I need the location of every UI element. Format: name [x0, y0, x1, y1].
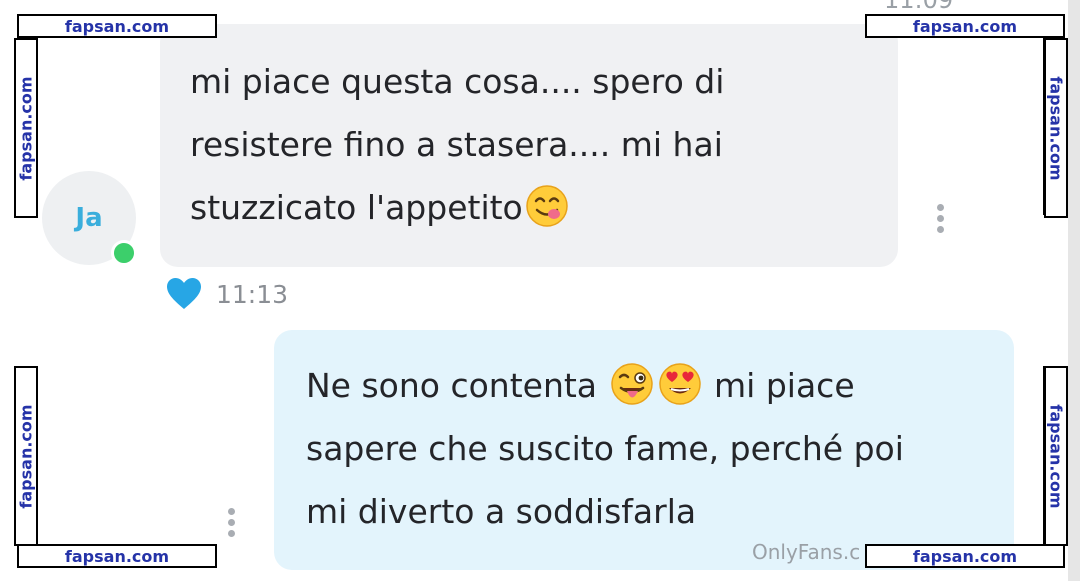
incoming-message-bubble[interactable]: mi piace questa cosa.... spero di resist…	[160, 24, 898, 267]
site-watermark-text: fapsan.com	[16, 403, 36, 509]
site-watermark-left-lower: fapsan.com	[14, 366, 38, 546]
heart-like-icon[interactable]	[166, 277, 202, 311]
outgoing-message-bubble[interactable]: Ne sono contenta mi piace sapere che sus…	[274, 330, 1014, 570]
incoming-message-menu-icon[interactable]	[935, 204, 945, 233]
site-watermark-left-upper: fapsan.com	[14, 38, 38, 218]
site-watermark-text: fapsan.com	[1046, 75, 1066, 181]
outgoing-message-text: Ne sono contenta mi piace sapere che sus…	[306, 354, 996, 543]
site-watermark-bottom-left: fapsan.com	[17, 544, 217, 568]
site-watermark-right-upper: fapsan.com	[1044, 38, 1068, 218]
site-watermark-text: fapsan.com	[1046, 403, 1066, 509]
winking-tongue-emoji-icon	[610, 363, 653, 405]
site-watermark-top-left: fapsan.com	[17, 14, 217, 38]
outgoing-message-menu-icon[interactable]	[226, 508, 236, 537]
outgoing-line1-end: mi piace	[714, 366, 855, 405]
heart-eyes-emoji-icon	[658, 363, 701, 405]
yum-emoji-icon	[526, 185, 568, 227]
scrollbar[interactable]	[1068, 0, 1080, 581]
previous-message-time: 11:09	[884, 0, 954, 14]
online-status-icon	[111, 240, 137, 266]
message-timestamp: 11:13	[216, 280, 289, 309]
site-watermark-text: fapsan.com	[16, 75, 36, 181]
site-watermark-bottom-right: fapsan.com	[865, 544, 1065, 568]
site-watermark-top-right: fapsan.com	[865, 14, 1065, 38]
outgoing-line1-start: Ne sono contenta	[306, 366, 598, 405]
avatar-initials: Ja	[75, 203, 103, 233]
incoming-message-text: mi piace questa cosa.... spero di resist…	[190, 50, 830, 239]
outgoing-message-rest: sapere che suscito fame, perché poi mi d…	[306, 429, 904, 531]
incoming-message-body: mi piace questa cosa.... spero di resist…	[190, 62, 725, 227]
platform-watermark: OnlyFans.c	[752, 540, 861, 564]
site-watermark-right-lower: fapsan.com	[1044, 366, 1068, 546]
